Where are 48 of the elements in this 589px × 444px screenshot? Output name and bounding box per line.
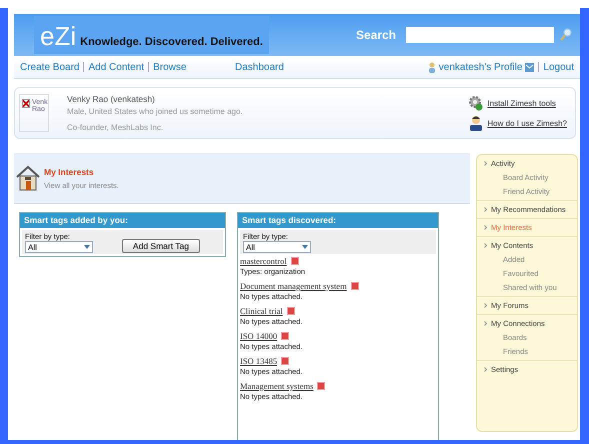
tag-link[interactable]: Clinical trial — [240, 306, 283, 316]
search-field[interactable] — [406, 27, 554, 43]
caret-icon — [84, 245, 90, 249]
tag-link[interactable]: Document management system — [240, 281, 347, 291]
broken-image-icon — [22, 99, 30, 108]
dashboard-link[interactable]: Dashboard — [235, 62, 428, 72]
profile-name: Venky Rao (venkatesh) — [67, 94, 156, 104]
user-icon — [428, 62, 436, 72]
tag-link[interactable]: mastercontrol — [240, 256, 287, 266]
nav-link[interactable]: Create Board — [20, 62, 80, 72]
add-smart-tag-button[interactable]: Add Smart Tag — [122, 239, 200, 253]
delete-icon[interactable] — [350, 282, 359, 290]
delete-icon[interactable] — [290, 257, 299, 265]
tag-link[interactable]: Management systems — [240, 381, 314, 391]
tagline: Knowledge. Discovered. Delivered. — [80, 36, 263, 48]
nav-link[interactable]: Browse — [153, 62, 186, 72]
delete-icon[interactable] — [286, 307, 295, 315]
logout-link[interactable]: Logout — [543, 62, 574, 72]
panel-header: Smart tags added by you: — [20, 213, 225, 228]
chevron-icon — [484, 321, 487, 326]
panel-header: Smart tags discovered: — [238, 213, 438, 228]
delete-icon[interactable] — [281, 332, 290, 340]
chevron-icon — [484, 225, 487, 230]
profile-role: Co-founder, MeshLabs Inc. — [67, 123, 164, 132]
type-dropdown[interactable]: All — [243, 241, 311, 253]
help-link[interactable]: Install Zimesh tools — [487, 98, 556, 108]
chevron-icon — [484, 243, 487, 248]
chevron-icon — [484, 303, 487, 308]
delete-icon[interactable] — [281, 357, 290, 365]
search-label: Search — [356, 28, 396, 42]
gear-icon — [469, 95, 484, 111]
type-dropdown[interactable]: All — [25, 241, 93, 253]
profile-details: Male, United States who joined us sometime ago. — [67, 107, 244, 116]
chevron-icon — [484, 367, 487, 372]
profile-link[interactable]: venkatesh's Profile — [438, 62, 522, 72]
section-title: My Interests — [44, 166, 95, 176]
nav-link[interactable]: Add Content — [88, 62, 144, 72]
logo: eZi — [40, 22, 76, 50]
tag-link[interactable]: ISO 13485 — [240, 356, 278, 366]
mail-icon[interactable] — [525, 62, 534, 72]
help-link[interactable]: How do I use Zimesh? — [487, 118, 567, 128]
caret-icon — [302, 245, 308, 249]
tag-link[interactable]: ISO 14000 — [240, 331, 278, 341]
house-icon — [16, 165, 40, 191]
chevron-icon — [484, 207, 487, 212]
chevron-icon — [484, 161, 487, 166]
person-icon — [469, 115, 484, 131]
delete-icon[interactable] — [317, 382, 326, 390]
